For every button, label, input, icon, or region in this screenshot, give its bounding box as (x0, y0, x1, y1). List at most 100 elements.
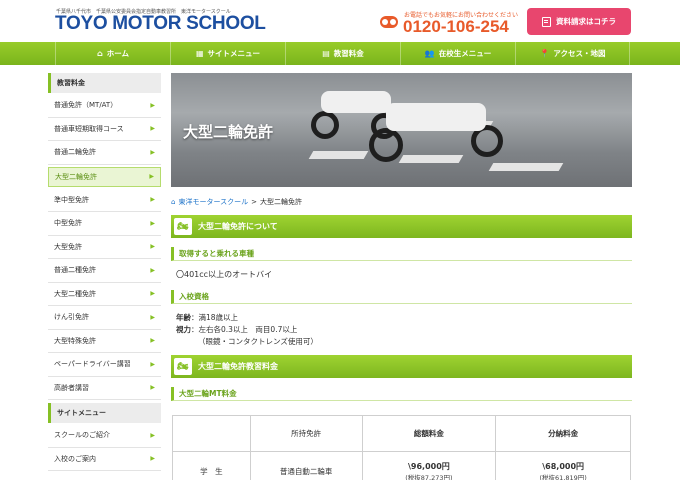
sidebar-item[interactable]: スクールのご紹介 ▶ (48, 424, 161, 448)
table-cell-total: \96,000円 (税抜87,273円) (361, 451, 497, 480)
chevron-right-icon: ▶ (150, 431, 155, 439)
table-cell-license: 普通自動二輪車 (249, 451, 363, 480)
table-cell-installment: \68,000円 (税抜61,819円) (495, 451, 631, 480)
vision-note: （眼鏡・コンタクトレンズ使用可） (198, 337, 318, 346)
nav-label: アクセス・地図 (553, 49, 606, 58)
road-marking (488, 163, 564, 171)
nav-item-home[interactable]: ⌂ ホーム (55, 42, 170, 65)
installment-tax: (税抜61,819円) (539, 474, 587, 480)
sidebar-item[interactable]: 入校のご案内 ▶ (48, 448, 161, 471)
sidebar-item[interactable]: 大型免許 ▶ (48, 236, 161, 259)
sidebar-item[interactable]: 大型二種免許 ▶ (48, 283, 161, 306)
sidebar-item-label: 大型特殊免許 (54, 336, 96, 345)
sidebar-item[interactable]: 中型免許 ▶ (48, 212, 161, 236)
sidebar-list-fees: 普通免許（MT/AT） ▶ 普通車短期取得コース ▶ 普通二輪免許 ▶ 大型二輪免許 ▶ 準中型… (48, 94, 161, 400)
home-icon: ⌂ (96, 49, 103, 58)
table-row: 学 生 普通自動二輪車 \96,000円 (税抜87,273円) \68,000… (172, 451, 631, 480)
chevron-right-icon: ▶ (149, 173, 154, 180)
section-heading-fee: 🏍 大型二輪免許教習料金 (171, 355, 632, 378)
sidebar-heading-sitemenu: サイトメニュー (48, 403, 161, 423)
table-header-row: 所持免許 総額料金 分納料金 (172, 415, 631, 452)
road-marking (398, 155, 464, 163)
chevron-right-icon: ▶ (150, 101, 155, 109)
nav-item-students[interactable]: 👥 在校生メニュー (400, 42, 515, 65)
qualification-list: 年齢：満18歳以上 視力：左右各0.3以上 両目0.7以上 （眼鏡・コンタクトレ… (171, 312, 632, 348)
sidebar-item[interactable]: 普通車短期取得コース ▶ (48, 118, 161, 141)
age-label: 年齢 (176, 313, 191, 322)
fee-table-icon: ▤ (322, 49, 330, 58)
site-header: 千葉県八千代市 千葉県公安委員会指定自動車教習所 東洋モータースクール TOYO… (0, 0, 680, 42)
vision-label: 視力 (176, 325, 191, 334)
sidebar-list-sitemenu: スクールのご紹介 ▶ 入校のご案内 ▶ (48, 424, 161, 471)
sidebar-item-label: 入校のご案内 (54, 454, 96, 463)
student-icon: 👥 (424, 49, 435, 58)
nav-label: サイトメニュー (207, 49, 261, 58)
nav-item-fees[interactable]: ▤ 教習料金 (285, 42, 400, 65)
sidebar-item-label: 高齢者講習 (54, 383, 89, 392)
map-pin-icon: 📍 (539, 49, 550, 58)
motorcycle-wheel (311, 111, 339, 139)
table-header-cell: 総額料金 (361, 415, 497, 452)
chevron-right-icon: ▶ (150, 219, 155, 227)
sidebar-item-label: スクールのご紹介 (54, 431, 110, 440)
sidebar-item[interactable]: 高齢者講習 ▶ (48, 377, 161, 400)
breadcrumb-current: 大型二輪免許 (259, 198, 302, 206)
installment-price: \68,000円 (542, 462, 585, 471)
sidebar-item-label: 普通二輪免許 (54, 148, 96, 157)
sidebar-item-label: 普通二種免許 (54, 266, 96, 275)
sidebar-item-label: ペーパードライバー講習 (54, 360, 131, 369)
breadcrumb-separator: > (251, 198, 257, 206)
sidebar-item[interactable]: 普通免許（MT/AT） ▶ (48, 94, 161, 118)
sidebar-item[interactable]: 準中型免許 ▶ (48, 189, 161, 212)
sidebar-item-label: 普通車短期取得コース (54, 124, 124, 133)
nav-item-sitemenu[interactable]: ▦ サイトメニュー (170, 42, 285, 65)
nav-item-access[interactable]: 📍 アクセス・地図 (515, 42, 630, 65)
vision-value: ：左右各0.3以上 両目0.7以上 (191, 325, 298, 334)
age-row: 年齢：満18歳以上 (176, 312, 632, 324)
sidebar-item-label: 大型二輪免許 (55, 172, 97, 181)
sidebar-item-label: 普通免許（MT/AT） (54, 101, 118, 110)
chevron-right-icon: ▶ (150, 290, 155, 298)
motorcycle-body (386, 103, 486, 131)
age-value: ：満18歳以上 (191, 313, 239, 322)
motorcycle-wheel (369, 128, 403, 162)
sidebar-item[interactable]: けん引免許 ▶ (48, 306, 161, 330)
subheading-mt-fee: 大型二輪MT料金 (171, 387, 632, 401)
section-title: 大型二輪免許教習料金 (198, 362, 278, 371)
sitemap-icon: ▦ (195, 49, 204, 58)
sidebar-item[interactable]: 大型特殊免許 ▶ (48, 330, 161, 353)
phone-number[interactable]: 0120-106-254 (403, 17, 509, 37)
phone-contact[interactable]: お電話でもお気軽にお問い合わせください 0120-106-254 (380, 9, 520, 37)
vision-row: 視力：左右各0.3以上 両目0.7以上 (176, 324, 632, 336)
subheading-qualification: 入校資格 (171, 290, 632, 304)
sidebar-item[interactable]: ペーパードライバー講習 ▶ (48, 353, 161, 377)
chevron-right-icon: ▶ (150, 148, 155, 156)
sidebar-item-label: 中型免許 (54, 219, 82, 228)
vehicle-text: 〇401cc以上のオートバイ (176, 270, 273, 279)
table-cell-category: 学 生 (172, 451, 251, 480)
breadcrumb: ⌂ 東洋モータースクール > 大型二輪免許 (171, 196, 632, 208)
breadcrumb-home-link[interactable]: 東洋モータースクール (178, 197, 248, 207)
chevron-right-icon: ▶ (150, 313, 155, 321)
subheading-vehicle: 取得すると乗れる車種 (171, 247, 632, 261)
nav-label: 教習料金 (333, 49, 364, 58)
sidebar-item[interactable]: 普通二輪免許 ▶ (48, 141, 161, 165)
request-brochure-button[interactable]: 資料請求はコチラ (527, 8, 631, 35)
fee-table: 所持免許 総額料金 分納料金 学 生 普通自動二輪車 \96,000円 (税抜8… (172, 415, 631, 480)
chevron-right-icon: ▶ (150, 196, 155, 204)
motorcycle-body (321, 91, 391, 113)
site-logo[interactable]: TOYO MOTOR SCHOOL (55, 13, 266, 35)
sidebar-item-label: 大型二種免許 (54, 289, 96, 298)
chevron-right-icon: ▶ (150, 266, 155, 274)
section-title: 大型二輪免許について (198, 222, 278, 231)
motorcycle-icon: 🏍 (174, 218, 192, 235)
sidebar-item[interactable]: 大型二輪免許 ▶ (48, 166, 161, 187)
sidebar-item[interactable]: 普通二種免許 ▶ (48, 259, 161, 283)
free-dial-icon (380, 16, 398, 28)
sidebar: 教習料金 普通免許（MT/AT） ▶ 普通車短期取得コース ▶ 普通二輪免許 ▶ 大型二輪免… (48, 73, 161, 471)
hero-banner: 大型二輪免許 (171, 73, 632, 187)
sidebar-item-label: 準中型免許 (54, 195, 89, 204)
global-nav: ⌂ ホーム ▦ サイトメニュー ▤ 教習料金 👥 在校生メニュー 📍 アクセス・… (0, 42, 680, 65)
request-brochure-label: 資料請求はコチラ (556, 17, 616, 26)
document-icon (542, 16, 551, 27)
